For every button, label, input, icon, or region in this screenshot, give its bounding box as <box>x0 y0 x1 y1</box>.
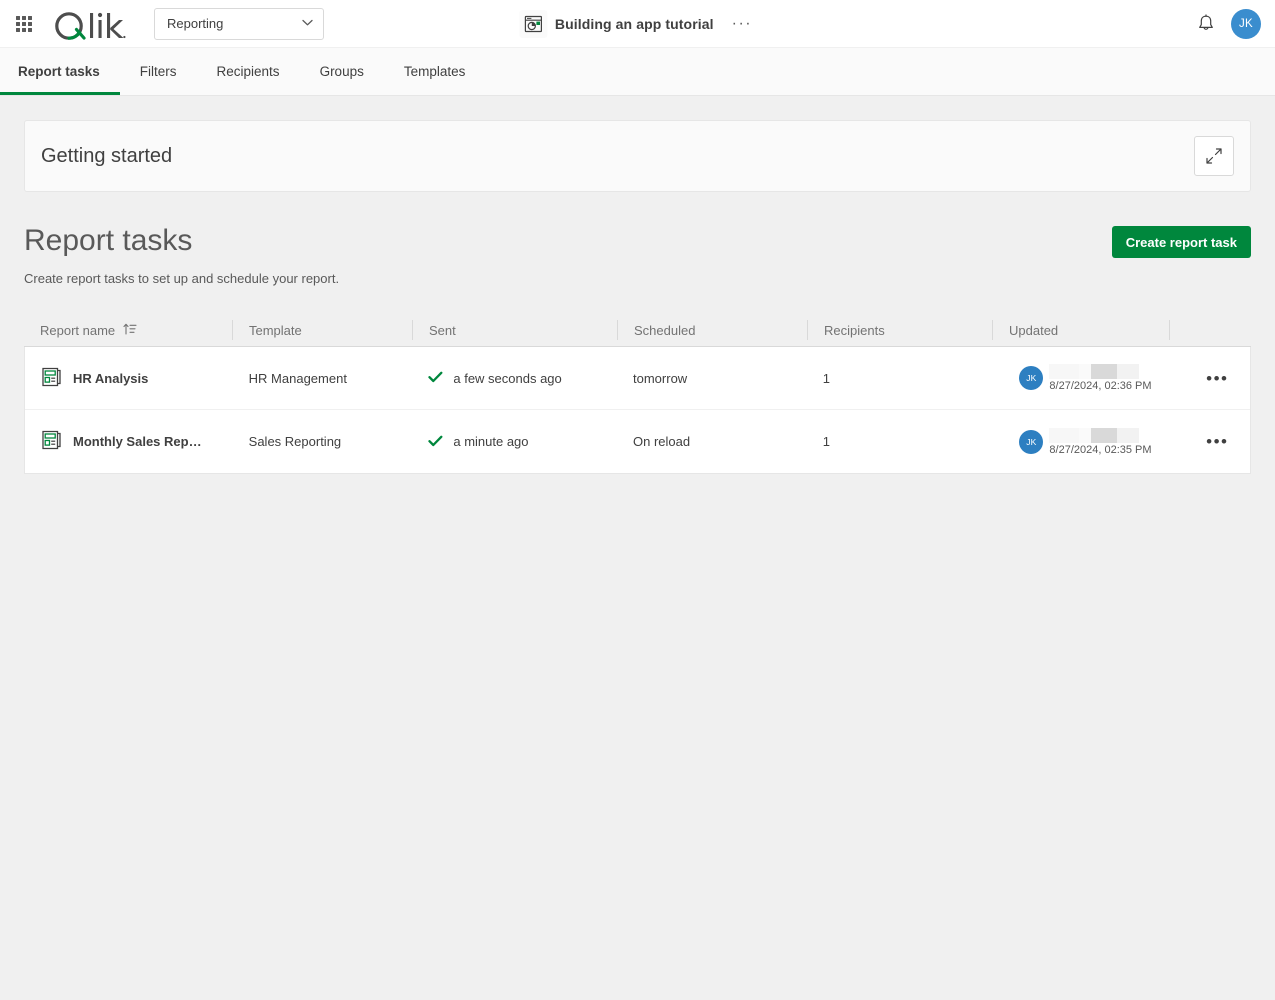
sort-ascending-icon <box>123 323 137 338</box>
updated-by: JK 8/27/2024, 02:35 PM <box>1007 427 1152 456</box>
tab-label: Filters <box>139 64 177 79</box>
cell-template: HR Management <box>248 370 347 386</box>
qlik-logo-icon <box>55 11 126 40</box>
getting-started-title: Getting started <box>41 144 173 167</box>
column-label: Recipients <box>824 322 885 338</box>
cell-report-name: HR Analysis <box>25 366 233 391</box>
page-title: Report tasks <box>24 224 193 257</box>
column-header-scheduled[interactable]: Scheduled <box>617 320 807 340</box>
cell-report-name: Monthly Sales Rep… <box>25 429 233 454</box>
sent-text: a minute ago <box>453 434 529 449</box>
notifications-button[interactable] <box>1197 14 1215 33</box>
redacted-username <box>1049 427 1140 443</box>
report-tasks-table: Report name Template Sent Scheduled Reci… <box>24 314 1251 474</box>
chevron-down-icon <box>302 18 313 29</box>
app-context: Building an app tutorial ··· <box>518 9 756 38</box>
column-label: Template <box>249 322 302 338</box>
tab-recipients[interactable]: Recipients <box>197 48 300 95</box>
app-menu-button[interactable]: ··· <box>728 15 756 32</box>
tab-templates[interactable]: Templates <box>384 48 486 95</box>
updated-timestamp: 8/27/2024, 02:35 PM <box>1049 443 1152 456</box>
tab-groups[interactable]: Groups <box>300 48 384 95</box>
redacted-username <box>1049 364 1140 379</box>
page-header-text: Report tasks Create report tasks to set … <box>24 224 339 286</box>
updated-by: JK 8/27/2024, 02:36 PM <box>1007 364 1152 392</box>
column-label: Sent <box>429 322 456 338</box>
cell-scheduled: tomorrow <box>633 370 688 386</box>
updated-details: 8/27/2024, 02:35 PM <box>1049 427 1152 456</box>
app-window-chart-icon <box>524 15 542 32</box>
check-icon <box>428 435 443 449</box>
tab-filters[interactable]: Filters <box>120 48 197 95</box>
report-name-text: Monthly Sales Rep… <box>73 434 202 449</box>
column-label: Report name <box>40 322 116 338</box>
topbar-actions: JK <box>1197 8 1261 39</box>
space-selector-value: Reporting <box>167 16 224 31</box>
section-tabs: Report tasks Filters Recipients Groups T… <box>0 48 1275 96</box>
cell-sent: a few seconds ago <box>412 371 617 386</box>
column-label: Scheduled <box>634 322 696 338</box>
column-label: Updated <box>1009 322 1059 338</box>
grid-icon <box>16 15 32 32</box>
page-subtitle: Create report tasks to set up and schedu… <box>24 271 340 286</box>
updated-timestamp: 8/27/2024, 02:36 PM <box>1049 380 1152 392</box>
bell-icon <box>1199 14 1213 30</box>
report-icon <box>41 429 63 454</box>
table-row[interactable]: HR Analysis HR Management a few seconds … <box>25 347 1250 410</box>
column-header-recipients[interactable]: Recipients <box>807 320 992 340</box>
report-name-text: HR Analysis <box>73 370 149 386</box>
avatar: JK <box>1019 366 1044 390</box>
table-body: HR Analysis HR Management a few seconds … <box>24 347 1251 474</box>
space-selector[interactable]: Reporting <box>154 7 324 40</box>
app-title: Building an app tutorial <box>554 15 714 32</box>
sent-text: a few seconds ago <box>453 370 562 386</box>
cell-recipients: 1 <box>822 370 830 386</box>
qlik-logo[interactable] <box>54 7 126 41</box>
report-icon <box>41 366 63 391</box>
table-row[interactable]: Monthly Sales Rep… Sales Reporting a min… <box>25 410 1250 473</box>
tab-label: Groups <box>319 64 364 79</box>
cell-recipients: 1 <box>822 434 830 449</box>
cell-template: Sales Reporting <box>248 434 342 449</box>
top-navigation-bar: Reporting Building an app tutorial ··· J… <box>0 0 1275 48</box>
column-header-report-name[interactable]: Report name <box>24 320 232 340</box>
column-header-updated[interactable]: Updated <box>992 320 1169 340</box>
row-menu-button[interactable]: ••• <box>1184 370 1228 387</box>
expand-button[interactable] <box>1194 136 1234 176</box>
tab-label: Report tasks <box>18 64 100 79</box>
updated-details: 8/27/2024, 02:36 PM <box>1049 364 1152 392</box>
column-header-actions <box>1169 320 1251 340</box>
tab-report-tasks[interactable]: Report tasks <box>0 48 120 95</box>
create-report-task-button[interactable]: Create report task <box>1111 226 1251 258</box>
getting-started-card: Getting started <box>24 120 1251 192</box>
column-header-sent[interactable]: Sent <box>412 320 617 340</box>
page-header: Report tasks Create report tasks to set … <box>24 224 1251 286</box>
tab-label: Templates <box>403 64 466 79</box>
user-avatar[interactable]: JK <box>1231 8 1261 39</box>
tab-label: Recipients <box>216 64 280 79</box>
app-icon <box>518 9 547 38</box>
expand-icon <box>1206 148 1222 164</box>
app-launcher-button[interactable] <box>8 8 40 40</box>
cell-scheduled: On reload <box>633 434 691 449</box>
check-icon <box>428 371 443 385</box>
avatar: JK <box>1019 429 1044 454</box>
cell-updated: JK 8/27/2024, 02:36 PM <box>991 364 1168 392</box>
cell-sent: a minute ago <box>412 434 617 449</box>
cell-actions: ••• <box>1168 433 1250 450</box>
row-menu-button[interactable]: ••• <box>1184 433 1228 450</box>
table-header-row: Report name Template Sent Scheduled Reci… <box>24 314 1251 347</box>
cell-updated: JK 8/27/2024, 02:35 PM <box>991 427 1168 456</box>
cell-actions: ••• <box>1168 370 1250 387</box>
main-content: Getting started Report tasks Create repo… <box>0 96 1275 999</box>
column-header-template[interactable]: Template <box>232 320 412 340</box>
